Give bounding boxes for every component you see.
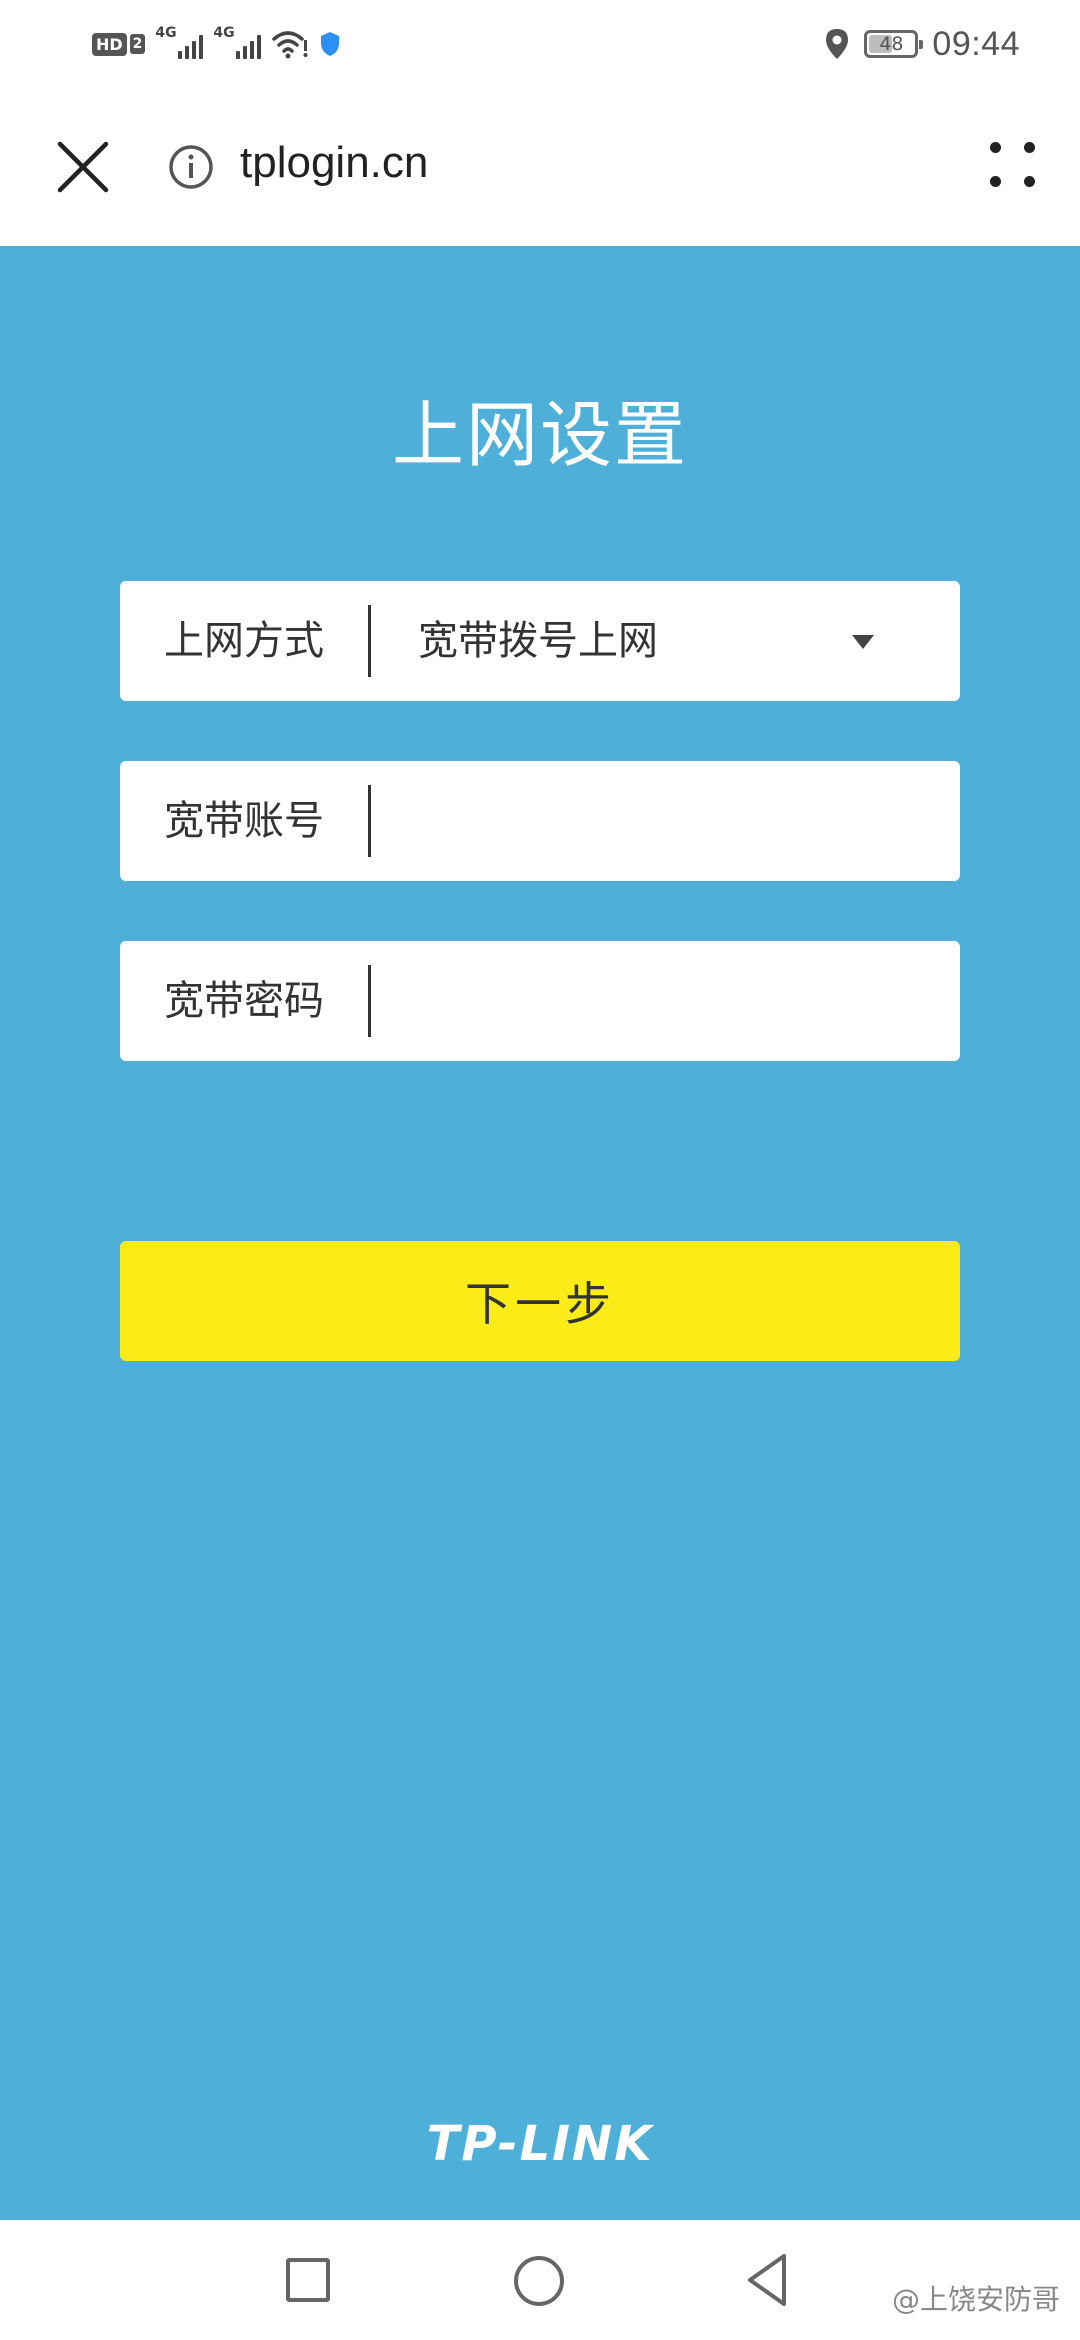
field-divider [368,605,371,677]
watermark: @上饶安防哥 [891,2283,1060,2316]
hd-label: HD [92,32,127,56]
url-text[interactable]: tplogin.cn [240,138,428,188]
page-title: 上网设置 [391,393,688,477]
broadband-password-field[interactable]: 宽带密码 [120,941,960,1061]
wifi-icon [272,31,308,59]
back-button[interactable] [744,2252,790,2308]
location-pin-icon [826,29,849,59]
broadband-password-input[interactable] [382,961,922,1041]
status-right-icons: 48 09:44 [824,22,1020,66]
next-step-button[interactable]: 下一步 [120,1241,960,1361]
battery-icon: 48 [864,30,924,58]
status-bar: HD 2 4G 4G 48 09:44 [0,0,1080,86]
broadband-account-label: 宽带账号 [164,798,324,844]
clock: 09:44 [932,24,1020,63]
close-button[interactable] [50,134,116,200]
hd-voice-icon: HD 2 [92,31,146,57]
home-button[interactable] [514,2256,564,2306]
sim-label: 2 [129,34,146,54]
triangle-down-icon [852,635,874,649]
system-nav-bar: @上饶安防哥 [0,2220,1080,2340]
text-cursor [368,965,371,1037]
connection-type-select[interactable]: 上网方式 宽带拨号上网 [120,581,960,701]
battery-level: 48 [879,33,904,55]
close-icon [57,141,109,193]
broadband-account-field[interactable]: 宽带账号 [120,761,960,881]
browser-toolbar: tplogin.cn [0,86,1080,246]
broadband-account-input[interactable] [382,781,922,861]
shield-icon [321,32,340,56]
cellular-signal-icon: 4G [155,25,204,59]
text-cursor [368,785,371,857]
network-type-label: 4G [155,25,177,41]
recent-apps-button[interactable] [286,2258,330,2302]
status-left-icons: HD 2 4G 4G [92,25,341,62]
connection-type-value: 宽带拨号上网 [418,618,658,664]
connection-type-label: 上网方式 [164,618,324,664]
broadband-password-label: 宽带密码 [164,978,324,1024]
router-setup-page: 上网设置 上网方式 宽带拨号上网 宽带账号 宽带密码 下一步 TP-LINK [0,246,1080,2220]
info-icon[interactable] [168,144,214,190]
network-type-label: 4G [213,25,235,41]
tp-link-logo: TP-LINK [426,2116,654,2172]
cellular-signal-icon: 4G [213,25,262,59]
menu-button[interactable] [986,138,1040,192]
